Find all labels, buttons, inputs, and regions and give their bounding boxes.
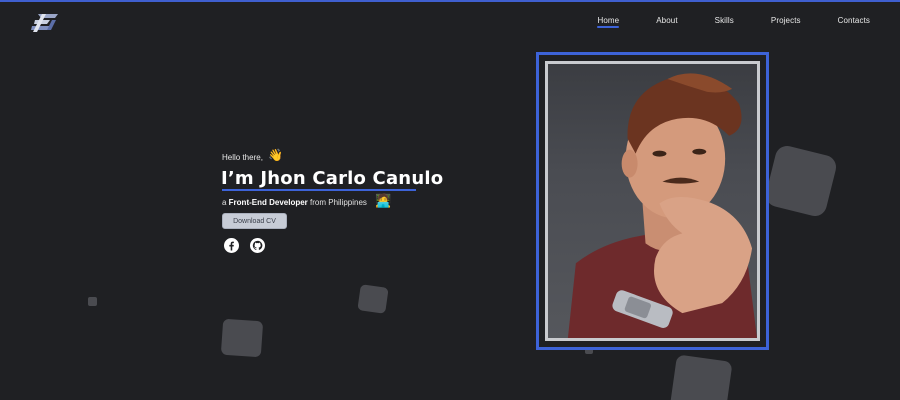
nav-about[interactable]: About: [656, 16, 677, 28]
hero-name: I’m Jhon Carlo Canulo: [221, 168, 444, 189]
tagline-role: Front-End Developer: [228, 198, 308, 207]
nav-contacts[interactable]: Contacts: [838, 16, 870, 28]
decor-square: [669, 354, 733, 400]
main-nav: Home About Skills Projects Contacts: [560, 16, 870, 28]
tagline-suffix: from Philippines: [307, 198, 367, 207]
nav-home[interactable]: Home: [597, 16, 619, 28]
facebook-icon[interactable]: [224, 238, 239, 253]
greeting-text: Hello there,: [222, 153, 263, 162]
profile-photo-frame: [536, 52, 769, 350]
github-icon[interactable]: [250, 238, 265, 253]
decor-square: [357, 284, 389, 314]
profile-photo: [545, 61, 760, 341]
hero-tagline: a Front-End Developer from Philippines: [222, 198, 367, 207]
nav-skills[interactable]: Skills: [715, 16, 734, 28]
developer-emoji-icon: 🧑‍💻: [375, 193, 392, 208]
wave-emoji-icon: 👋: [268, 148, 283, 162]
portrait-illustration: [567, 73, 757, 338]
top-accent-line: [0, 0, 900, 2]
site-logo[interactable]: [30, 12, 60, 34]
decor-square: [88, 297, 97, 306]
nav-projects[interactable]: Projects: [771, 16, 801, 28]
name-underline: [222, 189, 416, 191]
download-cv-button[interactable]: Download CV: [222, 213, 287, 229]
decor-square: [763, 143, 839, 219]
tagline-prefix: a: [222, 198, 229, 207]
decor-square: [220, 318, 264, 358]
